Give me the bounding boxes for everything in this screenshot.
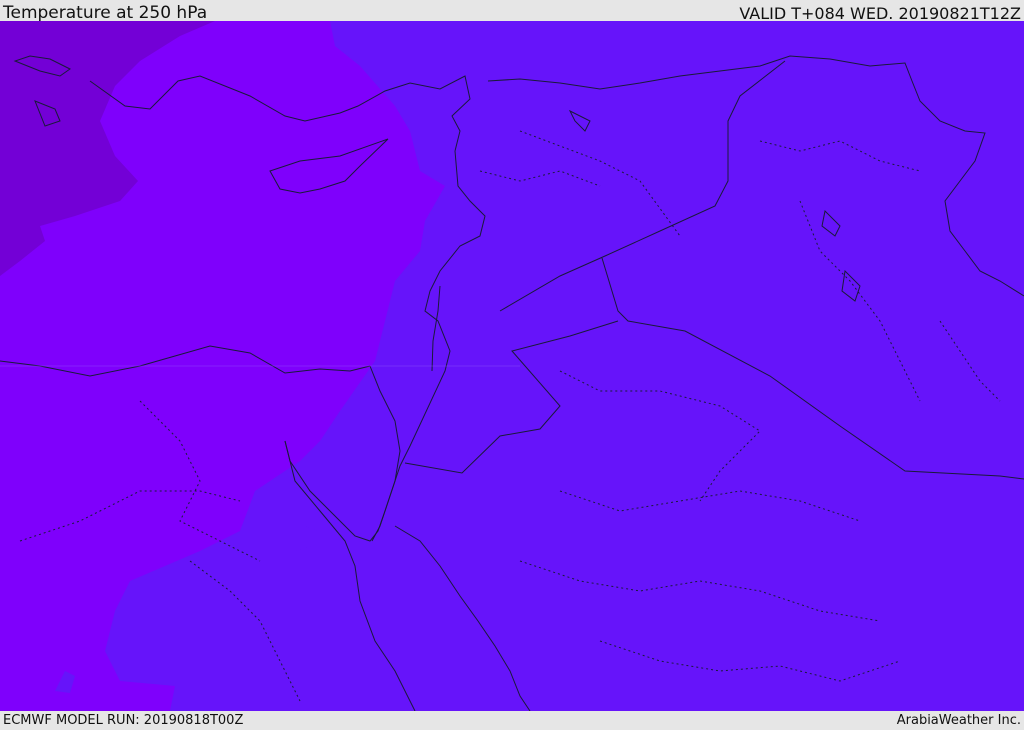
header-bar: Temperature at 250 hPa VALID T+084 WED. … [0, 0, 1024, 23]
model-run: ECMWF MODEL RUN: 20190818T00Z [3, 713, 244, 728]
temperature-map[interactable] [0, 21, 1024, 711]
footer-bar: ECMWF MODEL RUN: 20190818T00Z ArabiaWeat… [0, 711, 1024, 729]
credit: ArabiaWeather Inc. [896, 713, 1021, 728]
